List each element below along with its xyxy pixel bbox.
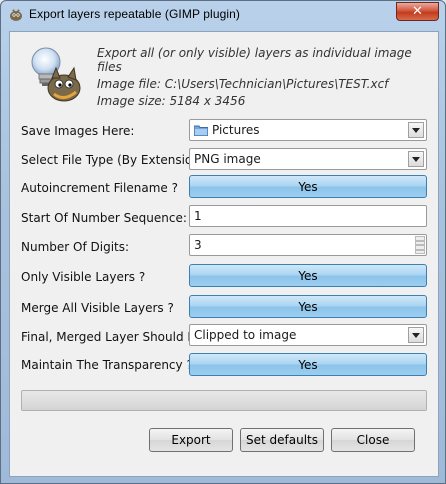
chevron-down-icon[interactable] — [408, 327, 424, 343]
window-close-button[interactable]: ✕ — [396, 2, 439, 21]
final-layer-label: Final, Merged Layer Should Be: — [21, 330, 208, 344]
start-number-value: 1 — [194, 209, 202, 223]
dialog-window: Export layers repeatable (GIMP plugin) ✕… — [0, 0, 446, 484]
close-button[interactable]: Close — [331, 428, 415, 452]
export-button[interactable]: Export — [149, 428, 233, 452]
num-digits-value: 3 — [194, 238, 202, 252]
window-title: Export layers repeatable (GIMP plugin) — [29, 7, 241, 21]
merge-visible-toggle[interactable]: Yes — [189, 295, 427, 318]
image-file-info: Image file: C:\Users\Technician\Pictures… — [97, 77, 389, 91]
file-type-select[interactable]: PNG image — [189, 148, 427, 170]
file-type-value: PNG image — [194, 152, 261, 166]
chevron-down-icon[interactable] — [408, 122, 424, 138]
merge-visible-label: Merge All Visible Layers ? — [21, 301, 174, 315]
plugin-description: Export all (or only visible) layers as i… — [97, 46, 412, 74]
transparency-toggle[interactable]: Yes — [189, 353, 427, 376]
only-visible-toggle[interactable]: Yes — [189, 264, 427, 287]
only-visible-label: Only Visible Layers ? — [21, 270, 146, 284]
close-icon: ✕ — [412, 4, 423, 19]
spin-up-icon[interactable] — [415, 236, 425, 245]
autoincrement-label: Autoincrement Filename ? — [21, 181, 178, 195]
start-number-input[interactable]: 1 — [189, 205, 427, 227]
export-progress-bar — [21, 390, 427, 411]
folder-icon — [194, 125, 208, 136]
save-folder-value: Pictures — [212, 123, 260, 137]
autoincrement-toggle[interactable]: Yes — [189, 175, 427, 198]
save-images-label: Save Images Here: — [21, 124, 135, 138]
start-number-label: Start Of Number Sequence: — [21, 211, 187, 225]
spin-down-icon[interactable] — [415, 245, 425, 254]
num-digits-spinner[interactable]: 3 — [189, 234, 427, 256]
image-size-info: Image size: 5184 x 3456 — [97, 94, 246, 108]
spinner-buttons[interactable] — [415, 236, 425, 254]
dialog-body: Export all (or only visible) layers as i… — [9, 31, 439, 477]
file-type-label: Select File Type (By Extension): — [21, 153, 209, 167]
num-digits-label: Number Of Digits: — [21, 240, 130, 254]
plugin-bulb-wilber-icon — [31, 47, 81, 102]
final-layer-select[interactable]: Clipped to image — [189, 324, 427, 346]
title-bar: Export layers repeatable (GIMP plugin) ✕ — [1, 1, 445, 29]
gimp-icon — [10, 9, 22, 21]
set-defaults-button[interactable]: Set defaults — [240, 428, 324, 452]
transparency-label: Maintain The Transparency ? — [21, 358, 193, 372]
save-folder-select[interactable]: Pictures — [189, 119, 427, 141]
final-layer-value: Clipped to image — [194, 328, 297, 342]
chevron-down-icon[interactable] — [408, 151, 424, 167]
